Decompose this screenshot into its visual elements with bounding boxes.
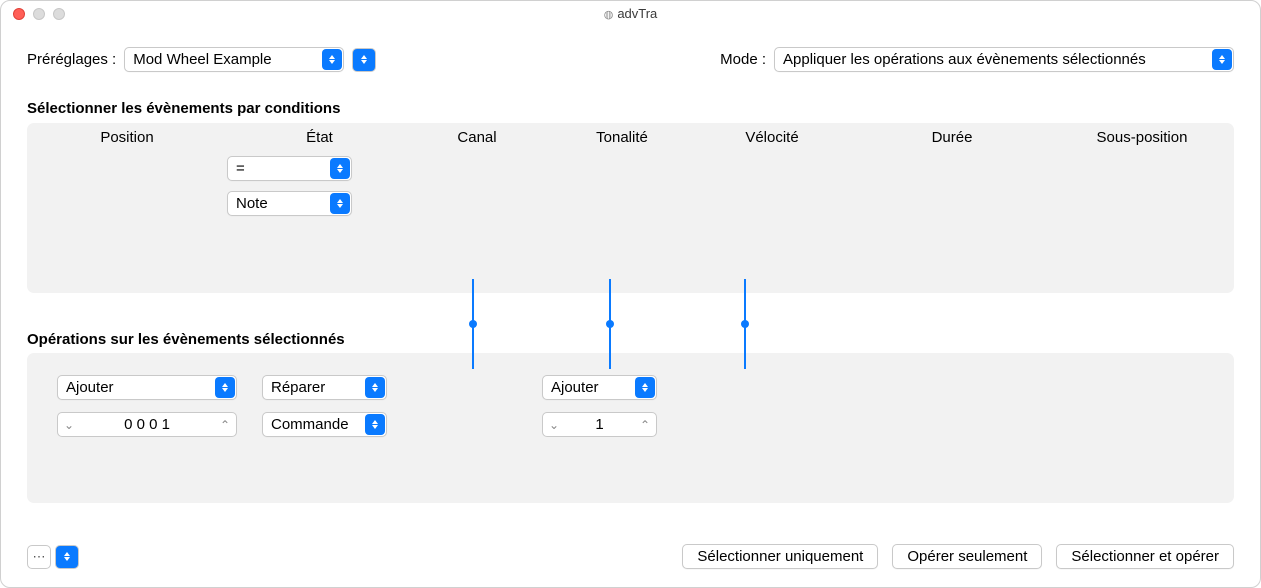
zoom-window-button[interactable]: [53, 8, 65, 20]
select-and-operate-button[interactable]: Sélectionner et opérer: [1056, 544, 1234, 569]
op-col1-select[interactable]: Ajouter: [57, 375, 237, 400]
increment-icon[interactable]: ⌃: [634, 413, 656, 436]
extra-menu-button[interactable]: ⋯: [27, 545, 51, 569]
decrement-icon[interactable]: ⌄: [543, 413, 565, 436]
close-window-button[interactable]: [13, 8, 25, 20]
condition-operator-select[interactable]: =: [227, 156, 352, 181]
op-col2-select-2[interactable]: Commande: [262, 412, 387, 437]
conditions-panel: Position État Canal Tonalité Vélocité Du…: [27, 123, 1234, 293]
app-icon: ◍: [604, 9, 614, 21]
op-col2-select[interactable]: Réparer: [262, 375, 387, 400]
mode-label: Mode :: [720, 51, 766, 68]
select-only-button[interactable]: Sélectionner uniquement: [682, 544, 878, 569]
presets-select[interactable]: Mod Wheel Example: [124, 47, 344, 72]
col-header-etat: État: [227, 129, 412, 146]
operations-section-title: Opérations sur les évènements sélectionn…: [27, 293, 1234, 348]
presets-menu-button[interactable]: [352, 48, 376, 72]
col-header-tonalite: Tonalité: [542, 129, 702, 146]
col-header-velocite: Vélocité: [702, 129, 842, 146]
conditions-section-title: Sélectionner les évènements par conditio…: [27, 100, 1234, 117]
window-title: ◍advTra: [1, 6, 1260, 21]
col-header-sousposition: Sous-position: [1062, 129, 1222, 146]
mode-select[interactable]: Appliquer les opérations aux évènements …: [774, 47, 1234, 72]
increment-icon[interactable]: ⌃: [214, 413, 236, 436]
op-col3-number[interactable]: ⌄ 1 ⌃: [542, 412, 657, 437]
extra-dropdown-button[interactable]: [55, 545, 79, 569]
col-header-canal: Canal: [412, 129, 542, 146]
decrement-icon[interactable]: ⌄: [58, 413, 80, 436]
minimize-window-button[interactable]: [33, 8, 45, 20]
op-col3-select[interactable]: Ajouter: [542, 375, 657, 400]
condition-value-select[interactable]: Note: [227, 191, 352, 216]
presets-label: Préréglages :: [27, 51, 116, 68]
col-header-position: Position: [27, 129, 227, 146]
operate-only-button[interactable]: Opérer seulement: [892, 544, 1042, 569]
operations-panel: Ajouter Réparer Ajouter: [27, 353, 1234, 503]
op-col1-number[interactable]: ⌄ 0 0 0 1 ⌃: [57, 412, 237, 437]
col-header-duree: Durée: [842, 129, 1062, 146]
